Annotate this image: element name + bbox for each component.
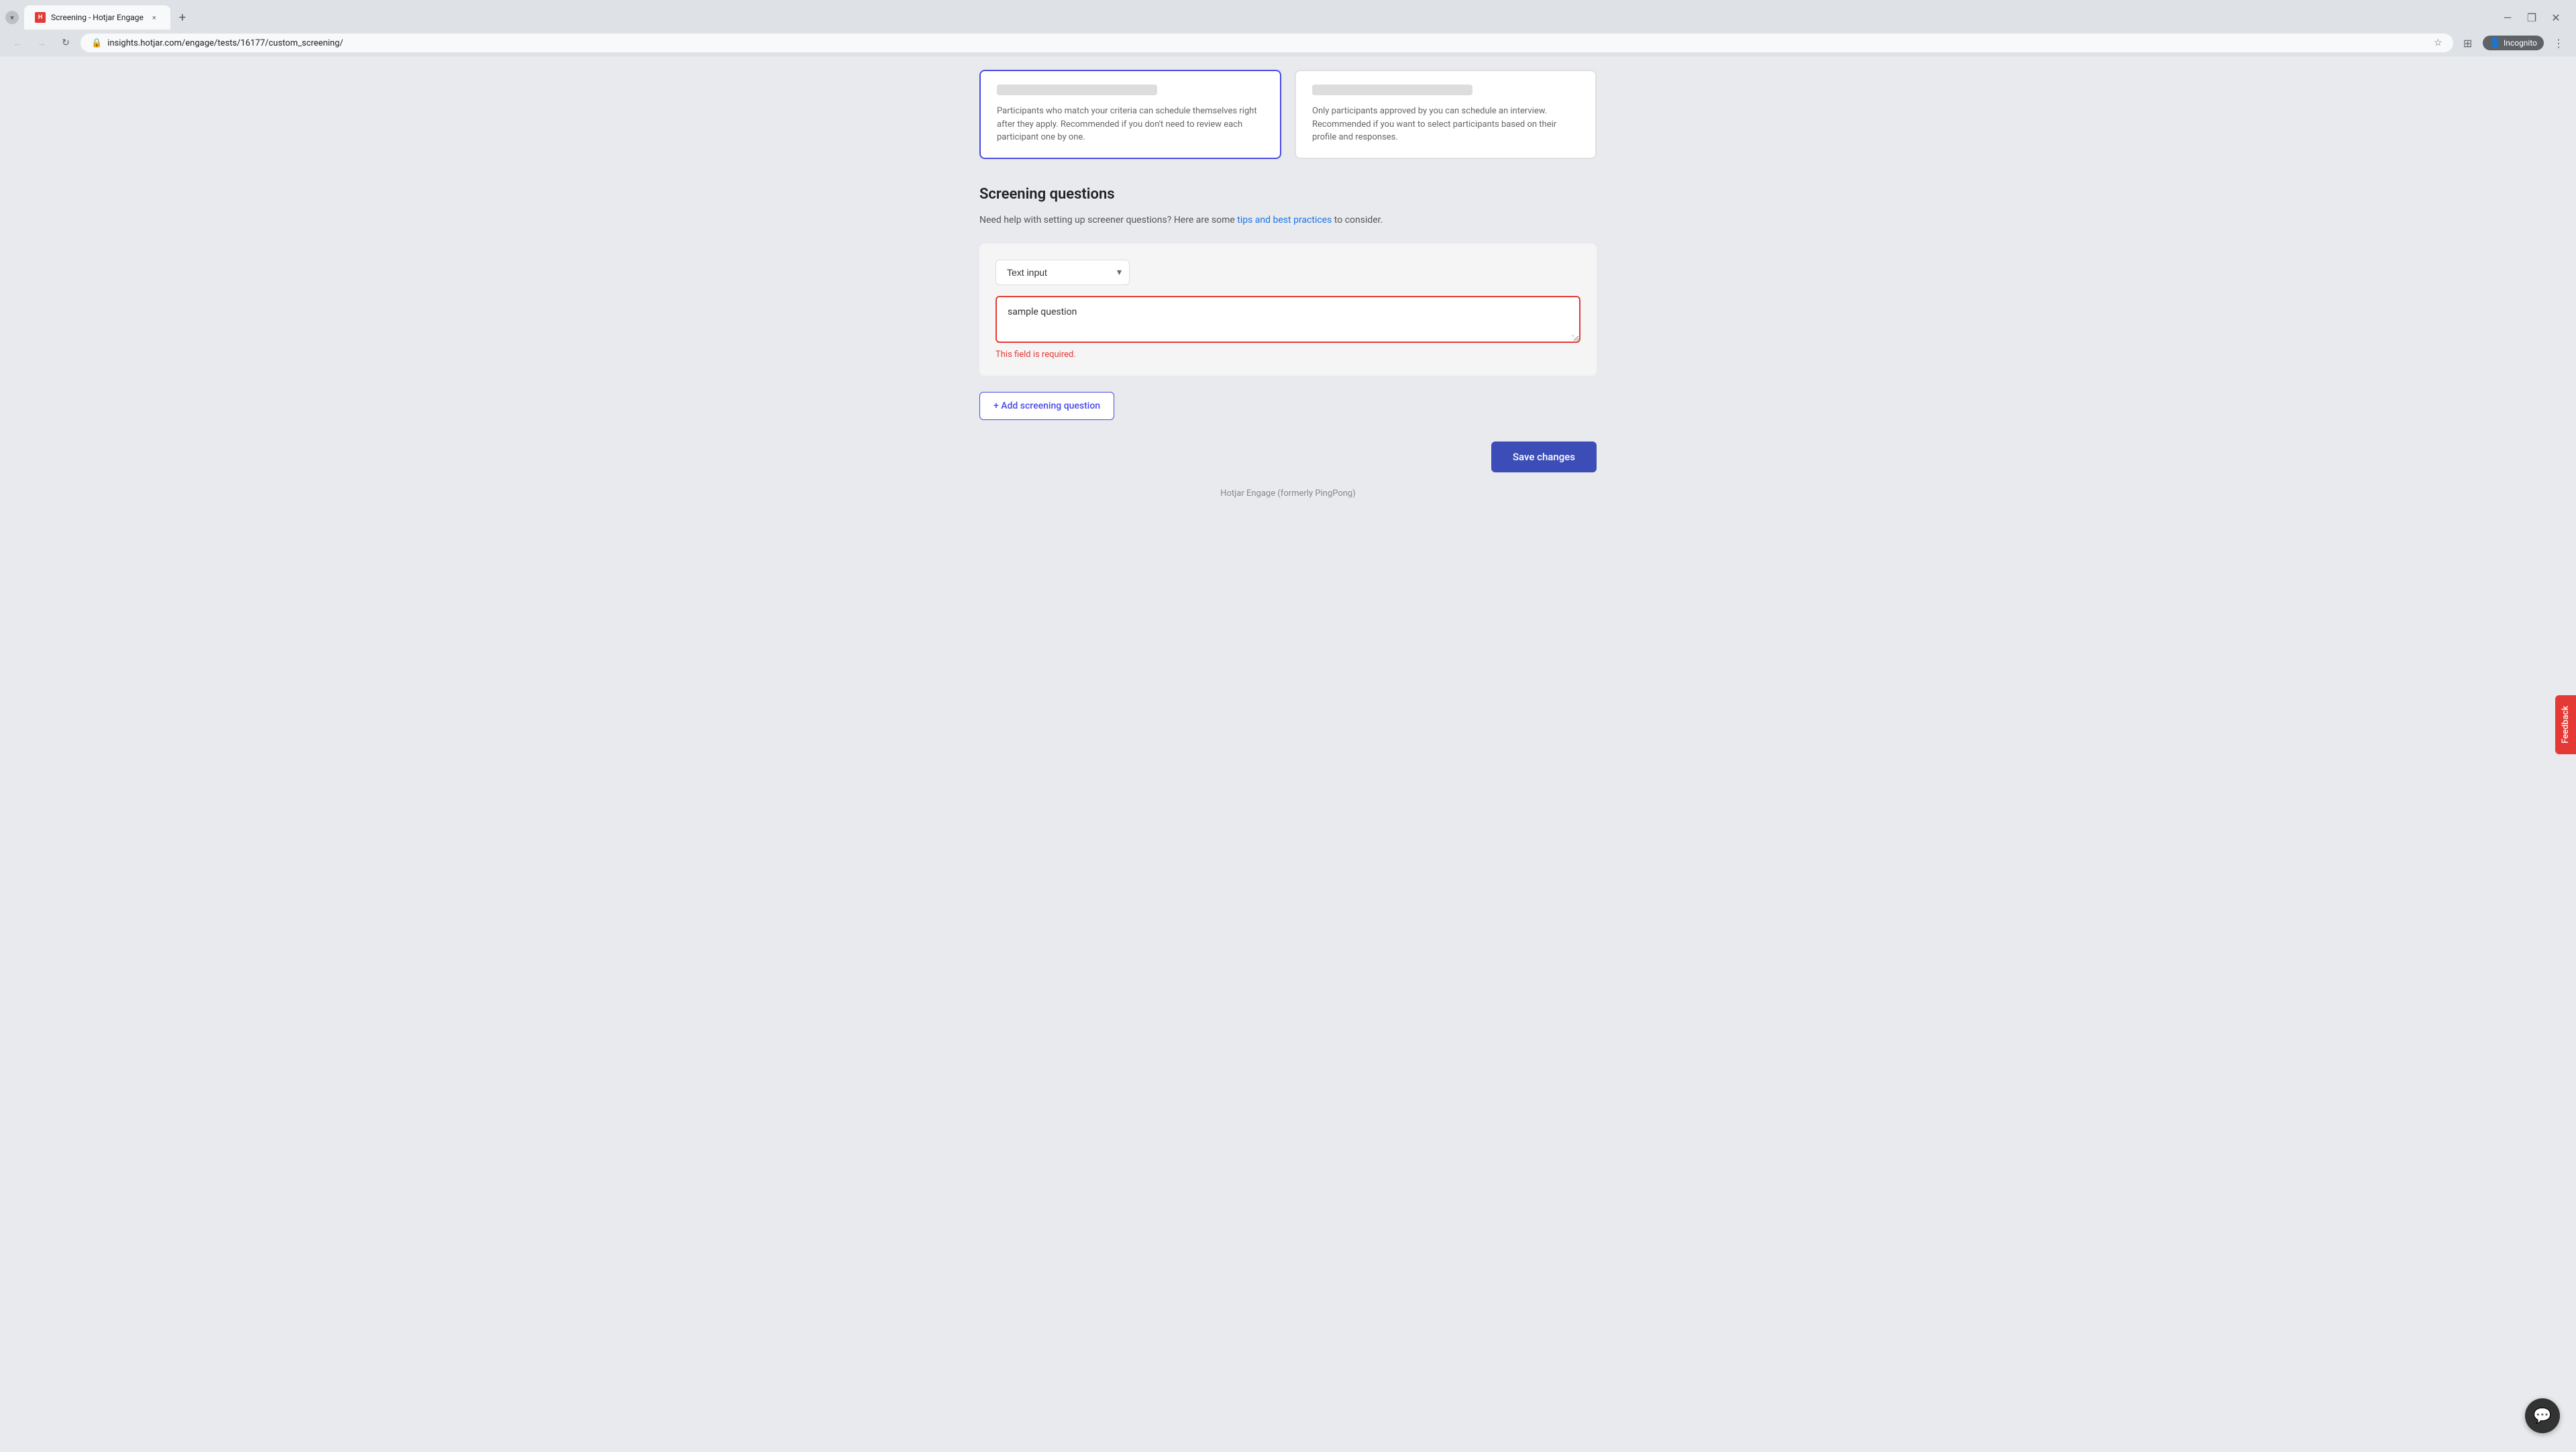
address-input[interactable]: 🔒 insights.hotjar.com/engage/tests/16177… <box>80 34 2453 52</box>
active-tab[interactable]: H Screening - Hotjar Engage × <box>24 5 170 30</box>
card-title-placeholder <box>997 85 1157 95</box>
toolbar-right: ⊞ 👤 Incognito ⋮ <box>2459 34 2568 52</box>
screening-title: Screening questions <box>979 186 1597 203</box>
question-card: Text input Multiple choice Single choice… <box>979 244 1597 376</box>
maximize-button[interactable]: ❐ <box>2525 11 2538 24</box>
incognito-label: Incognito <box>2504 38 2537 48</box>
chat-widget-button[interactable]: 💬 <box>2525 1398 2560 1433</box>
page-footer: Hotjar Engage (formerly PingPong) <box>0 472 2576 515</box>
url-text: insights.hotjar.com/engage/tests/16177/c… <box>107 38 2428 48</box>
address-icons: ☆ <box>2434 38 2443 48</box>
minimize-button[interactable]: — <box>2501 11 2514 24</box>
question-type-select-wrapper[interactable]: Text input Multiple choice Single choice… <box>996 260 1130 285</box>
question-textarea-wrapper: sample question ⤡ <box>996 296 1580 346</box>
add-screening-question-button[interactable]: + Add screening question <box>979 392 1114 420</box>
scheduling-cards-row: Participants who match your criteria can… <box>979 70 1597 159</box>
extensions-button[interactable]: ⊞ <box>2459 34 2477 52</box>
tab-close-button[interactable]: × <box>149 12 160 23</box>
resize-handle: ⤡ <box>1571 333 1578 343</box>
footer-text: Hotjar Engage (formerly PingPong) <box>1220 488 1356 499</box>
field-error-message: This field is required. <box>996 350 1580 360</box>
menu-button[interactable]: ⋮ <box>2549 34 2568 52</box>
approve-participants-card[interactable]: Only participants approved by you can sc… <box>1295 70 1597 159</box>
description-suffix: to consider. <box>1332 215 1383 225</box>
automatic-scheduling-card[interactable]: Participants who match your criteria can… <box>979 70 1281 159</box>
question-textarea[interactable]: sample question <box>996 296 1580 343</box>
close-button[interactable]: ✕ <box>2549 11 2563 24</box>
question-type-row: Text input Multiple choice Single choice… <box>996 260 1580 285</box>
content-wrapper: Participants who match your criteria can… <box>966 70 1610 472</box>
feedback-tab[interactable]: Feedback <box>2555 695 2576 754</box>
tips-link[interactable]: tips and best practices <box>1237 215 1332 225</box>
save-changes-button[interactable]: Save changes <box>1491 442 1597 472</box>
incognito-badge: 👤 Incognito <box>2483 36 2544 50</box>
browser-chrome: ▾ H Screening - Hotjar Engage × + — ❐ ✕ … <box>0 0 2576 56</box>
tab-bar: ▾ H Screening - Hotjar Engage × + — ❐ ✕ <box>0 5 2576 30</box>
tab-switcher[interactable]: ▾ <box>5 11 19 24</box>
bookmark-icon[interactable]: ☆ <box>2434 38 2443 48</box>
screening-description: Need help with setting up screener quest… <box>979 213 1597 227</box>
screening-questions-section: Screening questions Need help with setti… <box>979 186 1597 472</box>
address-bar: ← → ↻ 🔒 insights.hotjar.com/engage/tests… <box>0 30 2576 56</box>
save-button-row: Save changes <box>979 442 1597 472</box>
card-title-placeholder-2 <box>1312 85 1472 95</box>
automatic-scheduling-description: Participants who match your criteria can… <box>997 105 1264 144</box>
back-button[interactable]: ← <box>8 34 27 52</box>
new-tab-button[interactable]: + <box>173 8 192 27</box>
refresh-button[interactable]: ↻ <box>56 34 75 52</box>
favicon: H <box>35 12 46 23</box>
approve-participants-description: Only participants approved by you can sc… <box>1312 105 1579 144</box>
tab-label: Screening - Hotjar Engage <box>51 13 144 22</box>
window-controls: — ❐ ✕ <box>2501 11 2571 24</box>
question-type-select[interactable]: Text input Multiple choice Single choice… <box>996 260 1130 285</box>
forward-button[interactable]: → <box>32 34 51 52</box>
page-content: Participants who match your criteria can… <box>0 56 2576 1452</box>
description-text: Need help with setting up screener quest… <box>979 215 1237 225</box>
